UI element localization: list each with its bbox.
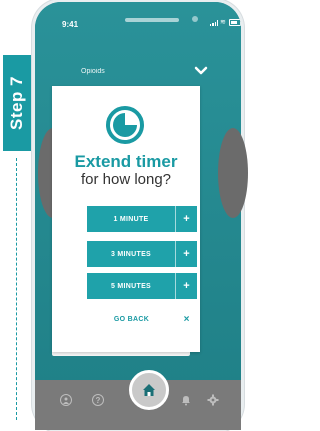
battery-icon (229, 19, 241, 26)
help-icon[interactable]: ? (92, 394, 104, 406)
dialog-title: Extend timer (74, 152, 178, 171)
dotted-guide-line (16, 158, 17, 420)
step-label: Step 7 (7, 75, 26, 131)
profile-glyph (63, 397, 69, 404)
dialog-subtitle: for how long? (80, 171, 172, 188)
timer-icon (106, 106, 144, 144)
speaker-notch (125, 18, 179, 22)
section-header[interactable]: Opioids (35, 64, 241, 84)
option-label: 5 MINUTES (110, 282, 152, 290)
extend-1-minute-button[interactable]: 1 MINUTE + (87, 206, 197, 232)
close-icon[interactable]: × (176, 306, 197, 332)
wifi-icon: ≋ (220, 18, 226, 26)
camera-dot (192, 16, 198, 22)
extend-3-minutes-button[interactable]: 3 MINUTES + (87, 241, 197, 267)
go-back-label: GO BACK (113, 315, 150, 323)
home-icon (143, 384, 155, 396)
status-time: 9:41 (62, 20, 79, 29)
background-ring-right (218, 128, 248, 218)
section-title: Opioids (81, 68, 105, 75)
step-tab: Step 7 (3, 55, 31, 151)
extend-5-minutes-button[interactable]: 5 MINUTES + (87, 273, 197, 299)
plus-icon[interactable]: + (175, 273, 197, 299)
plus-icon[interactable]: + (175, 241, 197, 267)
status-icons: ≋ (210, 19, 241, 26)
plus-icon[interactable]: + (175, 206, 197, 232)
bell-icon[interactable] (180, 394, 192, 406)
signal-icon (210, 19, 218, 26)
home-button[interactable] (129, 370, 169, 410)
go-back-button[interactable]: GO BACK × (87, 306, 197, 332)
option-label: 1 MINUTE (113, 215, 149, 223)
settings-icon[interactable] (207, 394, 219, 406)
status-bar: 9:41 ≋ (35, 2, 241, 36)
chevron-down-icon[interactable] (194, 64, 208, 78)
option-label: 3 MINUTES (110, 250, 152, 258)
extend-timer-dialog: Extend timer for how long? 1 MINUTE + 3 … (52, 86, 200, 352)
profile-icon[interactable] (60, 394, 72, 406)
